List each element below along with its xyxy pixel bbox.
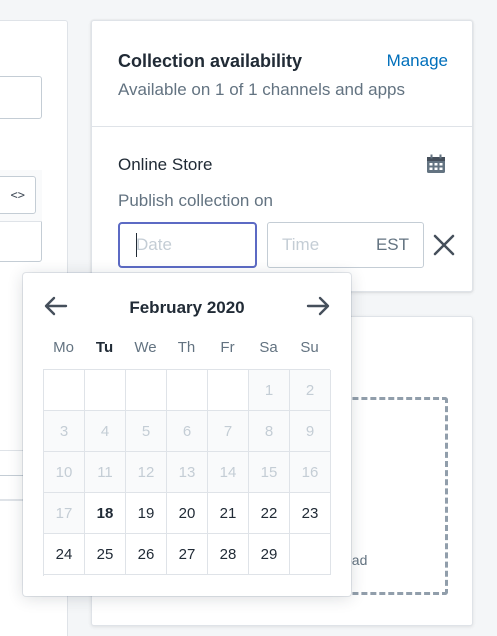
day-cell-disabled: 10 xyxy=(44,452,85,493)
day-cell-disabled: 1 xyxy=(249,370,290,411)
day-cell-disabled: 2 xyxy=(290,370,331,411)
collection-availability-card: Collection availability Manage Available… xyxy=(91,20,473,292)
day-cell[interactable]: 19 xyxy=(126,493,167,534)
timezone-label: EST xyxy=(375,235,409,254)
show-html-button[interactable]: <> xyxy=(0,176,36,214)
weekday-label: Th xyxy=(177,339,196,356)
date-input[interactable] xyxy=(118,222,257,268)
empty-day-cell xyxy=(208,370,249,411)
weekday-label: Su xyxy=(300,339,319,356)
text-caret xyxy=(136,233,137,257)
close-icon[interactable] xyxy=(432,233,456,257)
day-cell-disabled: 8 xyxy=(249,411,290,452)
card-divider xyxy=(92,126,472,127)
day-cell-disabled: 14 xyxy=(208,452,249,493)
day-cell[interactable]: 26 xyxy=(126,534,167,575)
day-cell-disabled: 6 xyxy=(167,411,208,452)
weekday-label: Fr xyxy=(220,339,235,356)
empty-day-cell xyxy=(44,370,85,411)
day-cell[interactable]: 20 xyxy=(167,493,208,534)
day-cell[interactable]: 21 xyxy=(208,493,249,534)
day-cell[interactable]: 22 xyxy=(249,493,290,534)
day-cell[interactable]: 24 xyxy=(44,534,85,575)
card-title: Collection availability xyxy=(118,51,303,71)
weekday-label: Sa xyxy=(259,339,278,356)
calendar-icon[interactable] xyxy=(426,154,446,174)
empty-day-cell xyxy=(126,370,167,411)
day-cell-disabled: 3 xyxy=(44,411,85,452)
weekday-label: Mo xyxy=(53,339,74,356)
day-cell[interactable]: 29 xyxy=(249,534,290,575)
channel-name: Online Store xyxy=(118,155,213,174)
day-cell[interactable]: 23 xyxy=(290,493,331,534)
empty-day-cell xyxy=(290,534,331,575)
title-input[interactable] xyxy=(0,76,42,119)
day-cell[interactable]: 28 xyxy=(208,534,249,575)
day-cell-disabled: 15 xyxy=(249,452,290,493)
day-cell-disabled: 7 xyxy=(208,411,249,452)
day-cell-disabled: 13 xyxy=(167,452,208,493)
time-input[interactable]: Time EST xyxy=(267,222,424,268)
day-cell-disabled: 11 xyxy=(85,452,126,493)
publish-label: Publish collection on xyxy=(118,191,273,210)
month-title: February 2020 xyxy=(129,298,245,317)
weekday-label: We xyxy=(134,339,157,356)
manage-link[interactable]: Manage xyxy=(387,51,448,71)
time-placeholder: Time xyxy=(282,235,320,254)
day-cell-disabled: 17 xyxy=(44,493,85,534)
day-cell-disabled: 9 xyxy=(290,411,331,452)
day-cell[interactable]: 27 xyxy=(167,534,208,575)
day-cell-today[interactable]: 18 xyxy=(85,493,126,534)
day-cell[interactable]: 25 xyxy=(85,534,126,575)
day-cell-disabled: 16 xyxy=(290,452,331,493)
availability-summary: Available on 1 of 1 channels and apps xyxy=(118,80,406,99)
calendar-grid: 1 2 3 4 5 6 7 8 9 10 11 12 13 14 15 16 17 18 19 20 21 22 23 24 2… xyxy=(43,369,331,576)
day-cell-disabled: 12 xyxy=(126,452,167,493)
empty-day-cell xyxy=(167,370,208,411)
day-cell-disabled: 4 xyxy=(85,411,126,452)
empty-day-cell xyxy=(85,370,126,411)
weekday-label: Tu xyxy=(95,339,114,356)
arrow-right-icon[interactable] xyxy=(306,294,330,318)
day-cell-disabled: 5 xyxy=(126,411,167,452)
